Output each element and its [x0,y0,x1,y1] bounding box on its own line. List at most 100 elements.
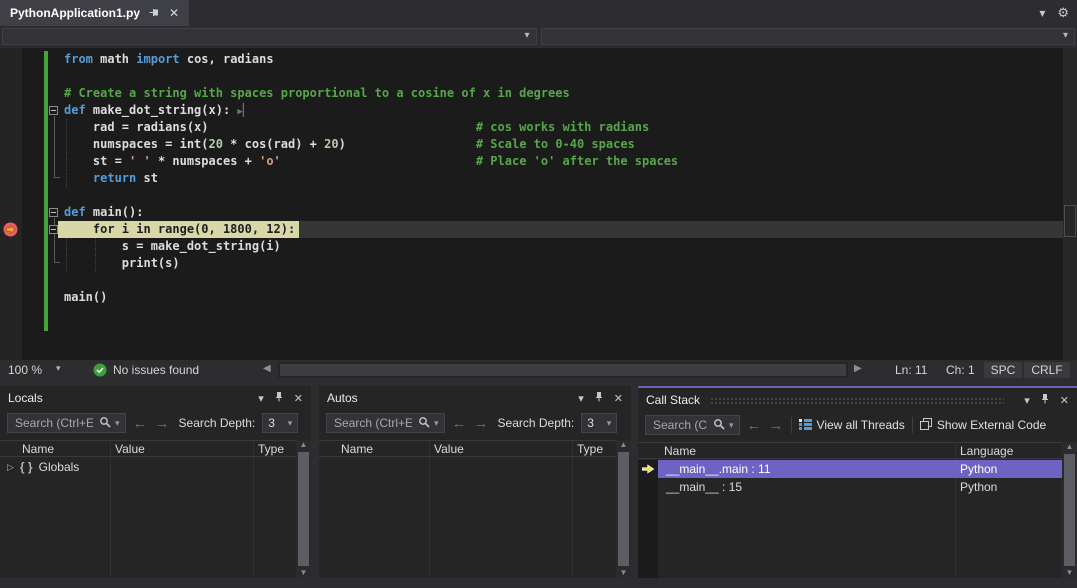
search-depth-select[interactable]: 3 ▾ [581,413,617,433]
column-header-language[interactable]: Language [960,444,1013,458]
autos-vertical-scrollbar[interactable]: ▲ ▼ [616,440,631,578]
code-line[interactable]: return st [0,170,1063,187]
frame-language[interactable]: Python [960,460,997,478]
search-options-chevron-icon[interactable]: ▾ [434,418,439,429]
line-ending-toggle[interactable]: CRLF [1024,362,1070,378]
search-options-chevron-icon[interactable]: ▾ [729,420,734,431]
code-line[interactable]: main() [0,289,1063,306]
code-line[interactable]: rad = radians(x) # cos works with radian… [0,119,1063,136]
drag-grip[interactable] [710,397,1004,406]
code-line[interactable]: s = make_dot_string(i) [0,238,1063,255]
column-header-name[interactable]: Name [664,444,696,458]
editor-status-bar: 100 % ▾ No issues found ◀ ▶ Ln: 11 Ch: 1… [0,360,1077,380]
locals-vertical-scrollbar[interactable]: ▲ ▼ [296,440,311,578]
code-line[interactable]: # Create a string with spaces proportion… [0,85,1063,102]
search-forward-icon[interactable]: → [155,416,170,431]
type-dropdown[interactable]: ▾ [2,28,537,45]
locals-title-bar[interactable]: Locals ▾ ✕ [0,386,311,410]
code-line[interactable]: numspaces = int(20 * cos(rad) + 20) # Sc… [0,136,1063,153]
spaces-toggle[interactable]: SPC [984,362,1022,378]
scroll-down-icon[interactable]: ▼ [296,568,311,577]
scrollbar-thumb[interactable] [298,452,309,566]
scrollbar-thumb[interactable] [280,364,846,376]
code-line[interactable]: from math import cos, radians [0,51,1063,68]
health-status[interactable]: No issues found [113,363,199,377]
pin-icon[interactable] [149,7,160,20]
code-line[interactable]: def main(): [0,204,1063,221]
fold-collapse-icon[interactable] [49,225,58,234]
scroll-down-icon[interactable]: ▼ [616,568,631,577]
scroll-right-icon[interactable]: ▶ [854,363,862,374]
scroll-down-icon[interactable]: ▼ [1062,568,1077,577]
search-back-icon[interactable]: ← [747,418,762,433]
search-input[interactable] [332,415,414,431]
fold-collapse-icon[interactable] [49,106,58,115]
code-line[interactable]: def make_dot_string(x): ▶▏ [0,102,1063,119]
editor-vertical-scrollbar[interactable] [1063,48,1077,360]
health-check-icon[interactable] [93,363,107,380]
view-all-threads-button[interactable]: View all Threads [799,418,905,433]
column-header-type[interactable]: Type [258,442,284,456]
locals-row-globals[interactable]: ▷ { } Globals [0,458,296,476]
close-icon[interactable]: ✕ [614,392,623,405]
autos-title-bar[interactable]: Autos ▾ ✕ [319,386,631,410]
search-depth-select[interactable]: 3 ▾ [262,413,298,433]
scroll-up-icon[interactable]: ▲ [1062,442,1077,451]
search-back-icon[interactable]: ← [133,416,148,431]
code-line[interactable]: for i in range(0, 1800, 12): [0,221,1063,238]
window-position-chevron-icon[interactable]: ▾ [578,392,584,405]
line-indicator: Ln: 11 [895,363,927,377]
search-input[interactable] [651,417,709,433]
column-header-name[interactable]: Name [22,442,54,456]
code-line[interactable] [0,272,1063,289]
expand-triangle-icon[interactable]: ▷ [7,462,14,473]
column-header-value[interactable]: Value [115,442,145,456]
scroll-up-icon[interactable]: ▲ [296,440,311,449]
scrollbar-thumb[interactable] [1064,205,1076,237]
frame-name[interactable]: __main__ : 15 [666,478,742,496]
autos-search-box[interactable]: ▾ [326,413,445,433]
close-icon[interactable]: ✕ [294,392,303,405]
editor-horizontal-scrollbar[interactable] [278,362,848,378]
callstack-search-box[interactable]: ▾ [645,415,740,435]
document-tab[interactable]: PythonApplication1.py ✕ [0,0,189,26]
settings-gear-icon[interactable]: ⚙ [1057,5,1069,21]
zoom-level[interactable]: 100 % [8,363,42,377]
scrollbar-thumb[interactable] [1064,454,1075,566]
show-external-code-button[interactable]: Show External Code [920,418,1046,433]
search-forward-icon[interactable]: → [769,418,784,433]
pin-icon[interactable] [594,391,604,405]
locals-search-box[interactable]: ▾ [7,413,126,433]
scroll-up-icon[interactable]: ▲ [616,440,631,449]
window-list-chevron-icon[interactable]: ▾ [1039,6,1045,20]
current-statement-band [299,221,1063,238]
code-line[interactable]: st = ' ' * numspaces + 'o' # Place 'o' a… [0,153,1063,170]
window-position-chevron-icon[interactable]: ▾ [258,392,264,405]
code-line[interactable] [0,187,1063,204]
scrollbar-thumb[interactable] [618,452,629,566]
scroll-left-icon[interactable]: ◀ [263,363,271,374]
search-input[interactable] [13,415,95,431]
code-editor[interactable]: from math import cos, radians # Create a … [0,48,1077,360]
close-icon[interactable]: ✕ [169,7,179,19]
zoom-dropdown-icon[interactable]: ▾ [56,363,61,374]
callstack-vertical-scrollbar[interactable]: ▲ ▼ [1062,442,1077,578]
column-header-value[interactable]: Value [434,442,464,456]
close-icon[interactable]: ✕ [1060,394,1069,407]
search-back-icon[interactable]: ← [452,416,467,431]
search-options-chevron-icon[interactable]: ▾ [115,418,120,429]
frame-language[interactable]: Python [960,478,997,496]
breakpoint-current-statement-icon[interactable] [3,222,18,237]
fold-collapse-icon[interactable] [49,208,58,217]
pin-icon[interactable] [274,391,284,405]
pin-icon[interactable] [1040,393,1050,407]
search-forward-icon[interactable]: → [474,416,489,431]
column-header-name[interactable]: Name [341,442,373,456]
code-line[interactable]: print(s) [0,255,1063,272]
code-line[interactable] [0,68,1063,85]
member-dropdown[interactable]: ▾ [541,28,1076,45]
frame-name[interactable]: __main__.main : 11 [666,460,771,478]
callstack-title-bar[interactable]: Call Stack ▾ ✕ [638,388,1077,412]
column-header-type[interactable]: Type [577,442,603,456]
window-position-chevron-icon[interactable]: ▾ [1024,394,1030,407]
